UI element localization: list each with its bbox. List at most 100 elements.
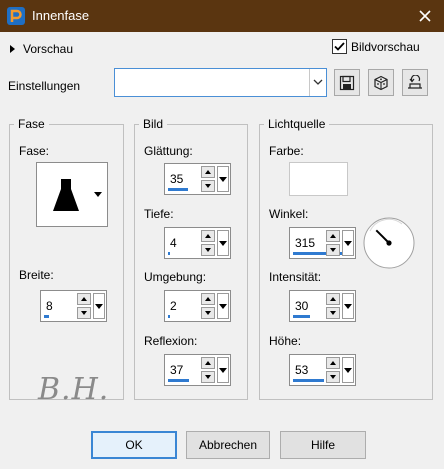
caret-down-icon [344, 303, 352, 309]
hoehe-value[interactable]: 53 [295, 363, 308, 377]
hoehe-down-button[interactable] [326, 371, 340, 383]
down-arrow-icon [205, 311, 211, 315]
intensitaet-value[interactable]: 30 [295, 299, 308, 313]
reset-button[interactable] [402, 69, 428, 96]
glaettung-slider-dropdown[interactable] [217, 166, 229, 192]
expand-triangle-icon [10, 45, 15, 53]
hoehe-level-bar [293, 379, 324, 382]
checkbox-box[interactable] [332, 39, 347, 54]
settings-label: Einstellungen [8, 79, 81, 93]
shape-dropdown-arrow[interactable] [91, 165, 105, 224]
up-arrow-icon [330, 361, 336, 365]
caret-down-icon [95, 303, 103, 309]
umgebung-value[interactable]: 2 [170, 299, 177, 313]
angle-dial[interactable] [362, 216, 416, 270]
down-arrow-icon [81, 311, 87, 315]
down-arrow-icon [205, 184, 211, 188]
umgebung-spinner[interactable]: 2 [164, 290, 231, 322]
bildvorschau-label: Bildvorschau [351, 39, 420, 54]
winkel-up-button[interactable] [326, 230, 340, 242]
glaettung-level-bar [168, 188, 189, 191]
winkel-down-button[interactable] [326, 244, 340, 256]
breite-slider-dropdown[interactable] [93, 293, 105, 319]
intensitaet-level-bar [293, 315, 311, 318]
reflexion-up-button[interactable] [201, 357, 215, 369]
breite-down-button[interactable] [77, 307, 91, 319]
reflexion-label: Reflexion: [144, 334, 198, 348]
reflexion-spinner[interactable]: 37 [164, 354, 231, 386]
fase-group-title: Fase [14, 117, 49, 131]
down-arrow-icon [330, 248, 336, 252]
caret-down-icon [219, 303, 227, 309]
hoehe-label: Höhe: [269, 334, 302, 348]
up-arrow-icon [81, 297, 87, 301]
preview-label: Vorschau [23, 42, 74, 56]
glaettung-label: Glättung: [144, 144, 193, 158]
caret-down-icon [344, 367, 352, 373]
up-arrow-icon [205, 297, 211, 301]
breite-up-button[interactable] [77, 293, 91, 305]
umgebung-up-button[interactable] [201, 293, 215, 305]
tiefe-value[interactable]: 4 [170, 236, 177, 250]
umgebung-level-bar [168, 315, 170, 318]
hoehe-slider-dropdown[interactable] [342, 357, 354, 383]
intensitaet-slider-dropdown[interactable] [342, 293, 354, 319]
tiefe-spinner[interactable]: 4 [164, 227, 231, 259]
caret-down-icon [219, 240, 227, 246]
lichtquelle-group-title: Lichtquelle [264, 117, 330, 131]
preset-dropdown[interactable] [114, 68, 327, 97]
breite-level-bar [44, 315, 49, 318]
ok-button[interactable]: OK [91, 431, 177, 459]
reflexion-down-button[interactable] [201, 371, 215, 383]
light-color-swatch[interactable] [289, 162, 348, 196]
reflexion-value[interactable]: 37 [170, 363, 183, 377]
angle-knob-icon [386, 240, 392, 246]
watermark-signature: B.H. [38, 372, 110, 407]
save-preset-button[interactable] [334, 69, 360, 96]
checkmark-icon [334, 42, 345, 51]
glaettung-value[interactable]: 35 [170, 172, 183, 186]
winkel-spinner[interactable]: 315 [289, 227, 356, 259]
down-arrow-icon [205, 248, 211, 252]
abbrechen-button[interactable]: Abbrechen [186, 431, 270, 459]
bevel-shape-picker[interactable] [36, 162, 108, 227]
caret-down-icon [94, 192, 102, 197]
chevron-down-icon[interactable] [309, 69, 326, 96]
tiefe-slider-dropdown[interactable] [217, 230, 229, 256]
umgebung-slider-dropdown[interactable] [217, 293, 229, 319]
umgebung-label: Umgebung: [144, 270, 207, 284]
close-icon[interactable] [414, 5, 436, 27]
intensitaet-label: Intensität: [269, 270, 322, 284]
randomize-button[interactable] [368, 69, 394, 96]
intensitaet-up-button[interactable] [326, 293, 340, 305]
glaettung-down-button[interactable] [201, 180, 215, 192]
bevel-shape-icon [53, 179, 79, 211]
hilfe-button[interactable]: Hilfe [280, 431, 366, 459]
window-title: Innenfase [32, 8, 90, 23]
glaettung-up-button[interactable] [201, 166, 215, 178]
hoehe-up-button[interactable] [326, 357, 340, 369]
winkel-value[interactable]: 315 [295, 236, 315, 250]
farbe-label: Farbe: [269, 144, 304, 158]
glaettung-spinner[interactable]: 35 [164, 163, 231, 195]
breite-value[interactable]: 8 [46, 299, 53, 313]
intensitaet-down-button[interactable] [326, 307, 340, 319]
tiefe-down-button[interactable] [201, 244, 215, 256]
title-bar: Innenfase [0, 0, 444, 32]
reset-icon [408, 74, 422, 89]
breite-spinner[interactable]: 8 [40, 290, 107, 322]
intensitaet-spinner[interactable]: 30 [289, 290, 356, 322]
tiefe-up-button[interactable] [201, 230, 215, 242]
save-icon [339, 75, 355, 90]
reflexion-slider-dropdown[interactable] [217, 357, 229, 383]
hoehe-spinner[interactable]: 53 [289, 354, 356, 386]
tiefe-label: Tiefe: [144, 207, 174, 221]
tiefe-level-bar [168, 252, 171, 255]
caret-down-icon [344, 240, 352, 246]
fase-shape-label: Fase: [19, 144, 50, 158]
bildvorschau-checkbox[interactable]: Bildvorschau [332, 39, 420, 54]
winkel-slider-dropdown[interactable] [342, 230, 354, 256]
down-arrow-icon [330, 375, 336, 379]
preview-toggle[interactable]: Vorschau [10, 40, 73, 58]
umgebung-down-button[interactable] [201, 307, 215, 319]
